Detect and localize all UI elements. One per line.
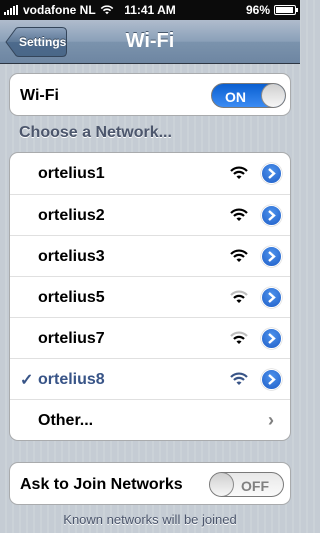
wifi-toggle-state: ON xyxy=(225,89,246,105)
wifi-signal-icon xyxy=(230,249,248,262)
toggle-knob xyxy=(261,84,285,107)
ask-join-label: Ask to Join Networks xyxy=(20,476,183,493)
chevron-right-icon: › xyxy=(268,410,274,430)
wifi-signal-icon xyxy=(230,372,248,385)
network-info-button[interactable] xyxy=(261,369,282,390)
wifi-signal-icon xyxy=(230,331,248,344)
status-right: 96% xyxy=(245,3,298,17)
network-row-ortelius8[interactable]: ✓ ortelius8 xyxy=(10,358,290,399)
battery-fill xyxy=(276,7,294,13)
network-name: ortelius7 xyxy=(38,330,105,347)
wifi-toggle-row: Wi-Fi ON xyxy=(10,74,290,115)
network-row-ortelius1[interactable]: ortelius1 xyxy=(10,153,290,194)
network-name: ortelius8 xyxy=(38,371,105,388)
network-name: ortelius5 xyxy=(38,289,105,306)
network-row-ortelius7[interactable]: ortelius7 xyxy=(10,317,290,358)
network-row-ortelius5[interactable]: ortelius5 xyxy=(10,276,290,317)
network-info-button[interactable] xyxy=(261,287,282,308)
checkmark-icon: ✓ xyxy=(20,372,34,389)
wifi-signal-icon xyxy=(230,290,248,303)
network-info-button[interactable] xyxy=(261,205,282,226)
page-title: Wi-Fi xyxy=(125,30,175,52)
network-name: ortelius2 xyxy=(38,207,105,224)
section-header: Choose a Network... xyxy=(19,124,172,141)
ask-join-toggle-state: OFF xyxy=(241,478,269,494)
network-info-button[interactable] xyxy=(261,163,282,184)
other-network-label: Other... xyxy=(38,412,94,429)
footer-note: Known networks will be joined xyxy=(63,512,237,527)
network-name: ortelius3 xyxy=(38,248,105,265)
battery-percent: 96% xyxy=(245,3,270,17)
wifi-signal-icon xyxy=(230,166,248,179)
network-row-ortelius3[interactable]: ortelius3 xyxy=(10,235,290,276)
ask-join-toggle-switch[interactable]: OFF xyxy=(209,472,284,497)
toggle-knob xyxy=(210,473,234,496)
network-info-button[interactable] xyxy=(261,328,282,349)
status-bar: vodafone NL 11:41 AM 96% xyxy=(0,0,300,20)
wifi-toggle-group: Wi-Fi ON xyxy=(9,73,291,116)
network-name: ortelius1 xyxy=(38,165,105,182)
ask-join-row: Ask to Join Networks OFF xyxy=(10,463,290,504)
network-row-ortelius2[interactable]: ortelius2 xyxy=(10,194,290,235)
battery-icon xyxy=(274,5,298,15)
ask-join-group: Ask to Join Networks OFF xyxy=(9,462,291,505)
network-info-button[interactable] xyxy=(261,246,282,267)
wifi-toggle-label: Wi-Fi xyxy=(20,87,59,104)
wifi-signal-icon xyxy=(230,208,248,221)
network-list: ortelius1 ortelius2 ortelius3 ortelius5 … xyxy=(9,152,291,441)
wifi-toggle-switch[interactable]: ON xyxy=(211,83,286,108)
navigation-bar: Settings Wi-Fi xyxy=(0,20,300,64)
other-network-row[interactable]: Other... › xyxy=(10,399,290,440)
